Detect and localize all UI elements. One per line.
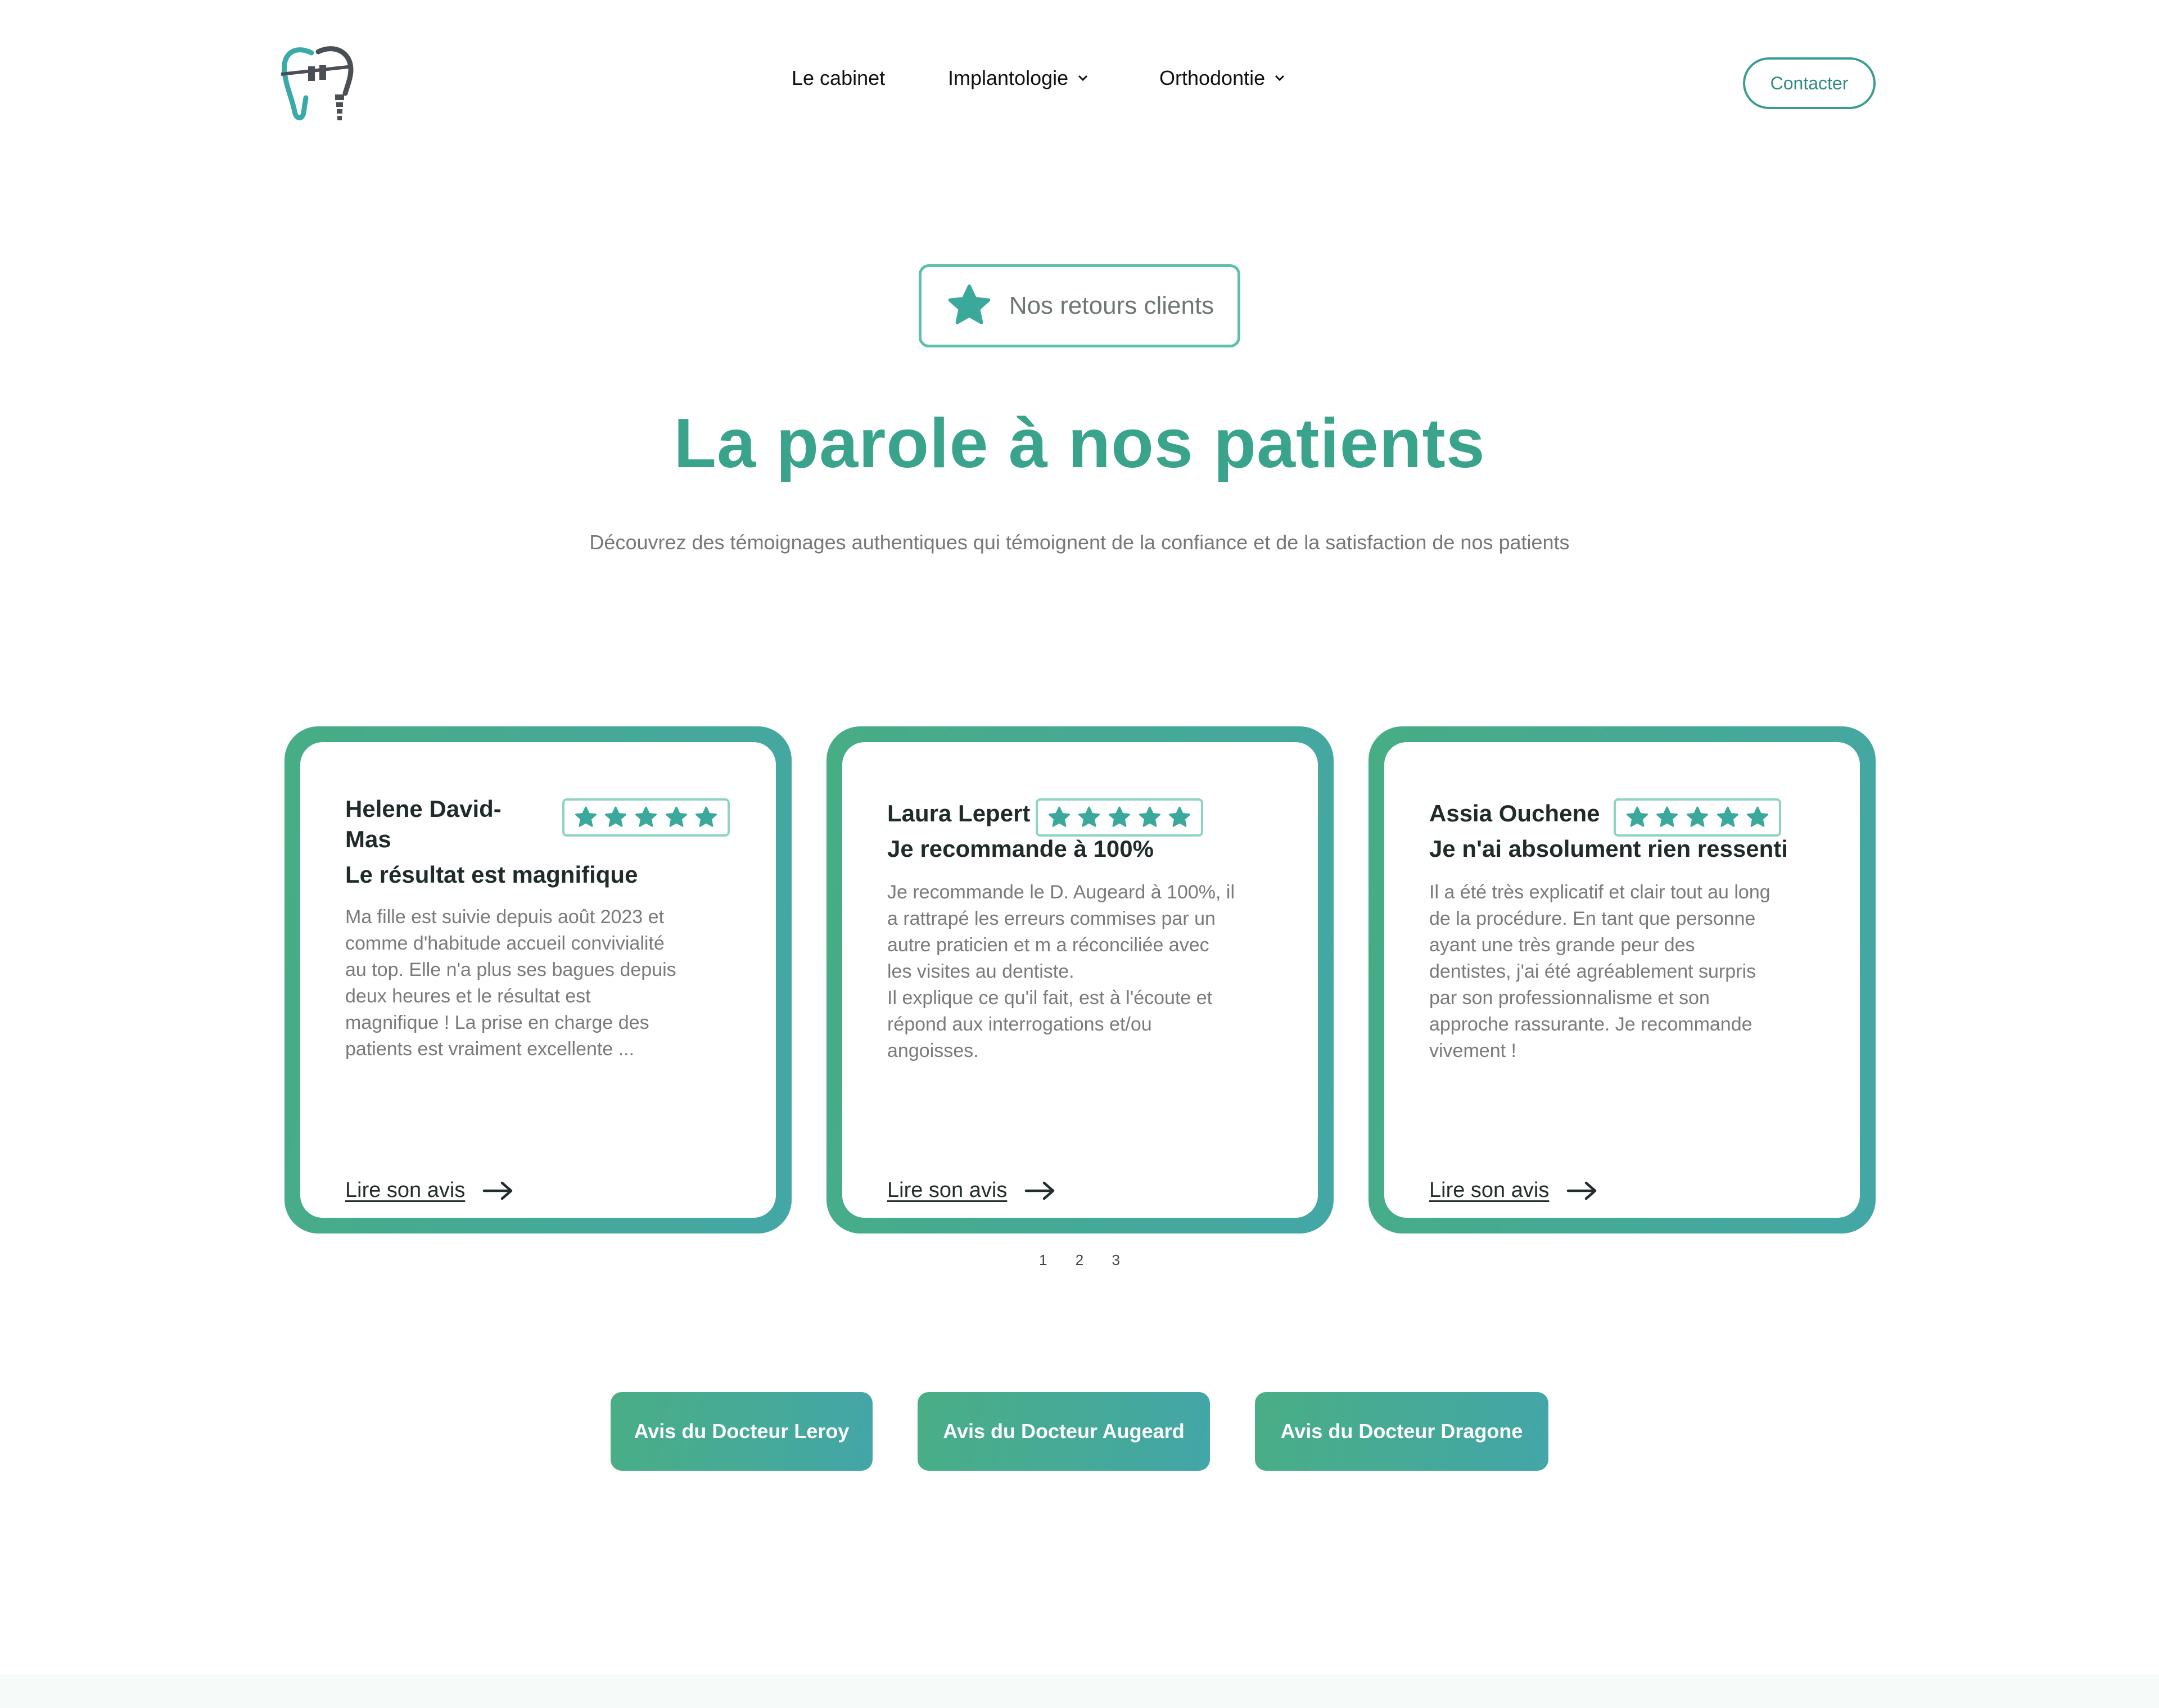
nav-label: Orthodontie: [1159, 66, 1266, 89]
doctor-dragone-reviews-button[interactable]: Avis du Docteur Dragone: [1255, 1392, 1548, 1471]
arrow-right-icon: [483, 1181, 513, 1200]
reviewer-name: Assia Ouchene: [1429, 800, 1600, 826]
contact-button[interactable]: Contacter: [1743, 57, 1876, 109]
doctor-leroy-reviews-button[interactable]: Avis du Docteur Leroy: [611, 1392, 873, 1471]
rating-stars: [1036, 798, 1203, 837]
rating-stars: [562, 798, 730, 837]
star-icon: [948, 284, 991, 324]
review-text: Il a été très explicatif et clair tout a…: [1429, 882, 1770, 1061]
star-icon: [1078, 806, 1100, 827]
star-icon: [1747, 806, 1769, 827]
star-icon: [1717, 806, 1738, 827]
review-text: Je recommande le D. Augeard à 100%, il a…: [887, 882, 1235, 1061]
review-text: Ma fille est suivie depuis août 2023 et …: [345, 906, 676, 1060]
page-title: La parole à nos patients: [674, 405, 1485, 482]
carousel-pagination: 1 2 3: [1035, 1249, 1124, 1271]
star-icon: [1626, 806, 1648, 827]
read-review-link[interactable]: Lire son avis: [1429, 1178, 1600, 1203]
star-icon: [1108, 806, 1131, 827]
star-icon: [1656, 806, 1678, 827]
rating-stars: [1614, 798, 1781, 837]
read-review-link[interactable]: Lire son avis: [345, 1178, 516, 1203]
page-1-button[interactable]: 1: [1035, 1249, 1051, 1271]
review-title: Le résultat est magnifique: [345, 861, 638, 888]
footer-strip: [0, 1674, 2159, 1708]
nav-implantologie[interactable]: Implantologie: [948, 66, 1088, 90]
review-title: Je n'ai absolument rien ressenti: [1429, 835, 1788, 862]
review-card: Helene David- Mas Le résultat est magnif…: [284, 726, 792, 1233]
star-icon: [605, 806, 627, 827]
read-review-link[interactable]: Lire son avis: [887, 1178, 1058, 1203]
star-icon: [635, 806, 657, 827]
nav-le-cabinet[interactable]: Le cabinet: [792, 66, 885, 90]
read-review-label: Lire son avis: [1429, 1178, 1550, 1202]
read-review-label: Lire son avis: [345, 1178, 466, 1202]
page-2-button[interactable]: 2: [1071, 1249, 1088, 1271]
review-card: Laura Lepert Je recommande à 100% Je rec…: [826, 726, 1334, 1233]
doctor-augeard-reviews-button[interactable]: Avis du Docteur Augeard: [918, 1392, 1210, 1471]
star-icon: [665, 806, 687, 827]
review-card: Assia Ouchene Je n'ai absolument rien re…: [1368, 726, 1876, 1233]
reviews-badge: Nos retours clients: [919, 264, 1240, 347]
nav-orthodontie[interactable]: Orthodontie: [1159, 66, 1285, 90]
chevron-down-icon: [1275, 75, 1285, 82]
star-icon: [695, 806, 717, 827]
star-icon: [1686, 806, 1709, 827]
reviewer-name: Helene David- Mas: [345, 796, 502, 852]
badge-label: Nos retours clients: [1009, 292, 1214, 319]
reviewer-name: Laura Lepert: [887, 800, 1031, 826]
read-review-label: Lire son avis: [887, 1178, 1008, 1202]
arrow-right-icon: [1025, 1181, 1055, 1200]
page-subtitle: Découvrez des témoignages authentiques q…: [589, 531, 1570, 554]
review-title: Je recommande à 100%: [887, 835, 1154, 862]
chevron-down-icon: [1078, 75, 1088, 82]
star-icon: [1048, 806, 1070, 827]
nav-label: Implantologie: [948, 66, 1069, 89]
page-3-button[interactable]: 3: [1108, 1249, 1124, 1271]
star-icon: [575, 806, 597, 827]
star-icon: [1139, 806, 1160, 827]
star-icon: [1169, 806, 1191, 827]
nav-label: Le cabinet: [792, 66, 886, 89]
arrow-right-icon: [1567, 1181, 1597, 1200]
